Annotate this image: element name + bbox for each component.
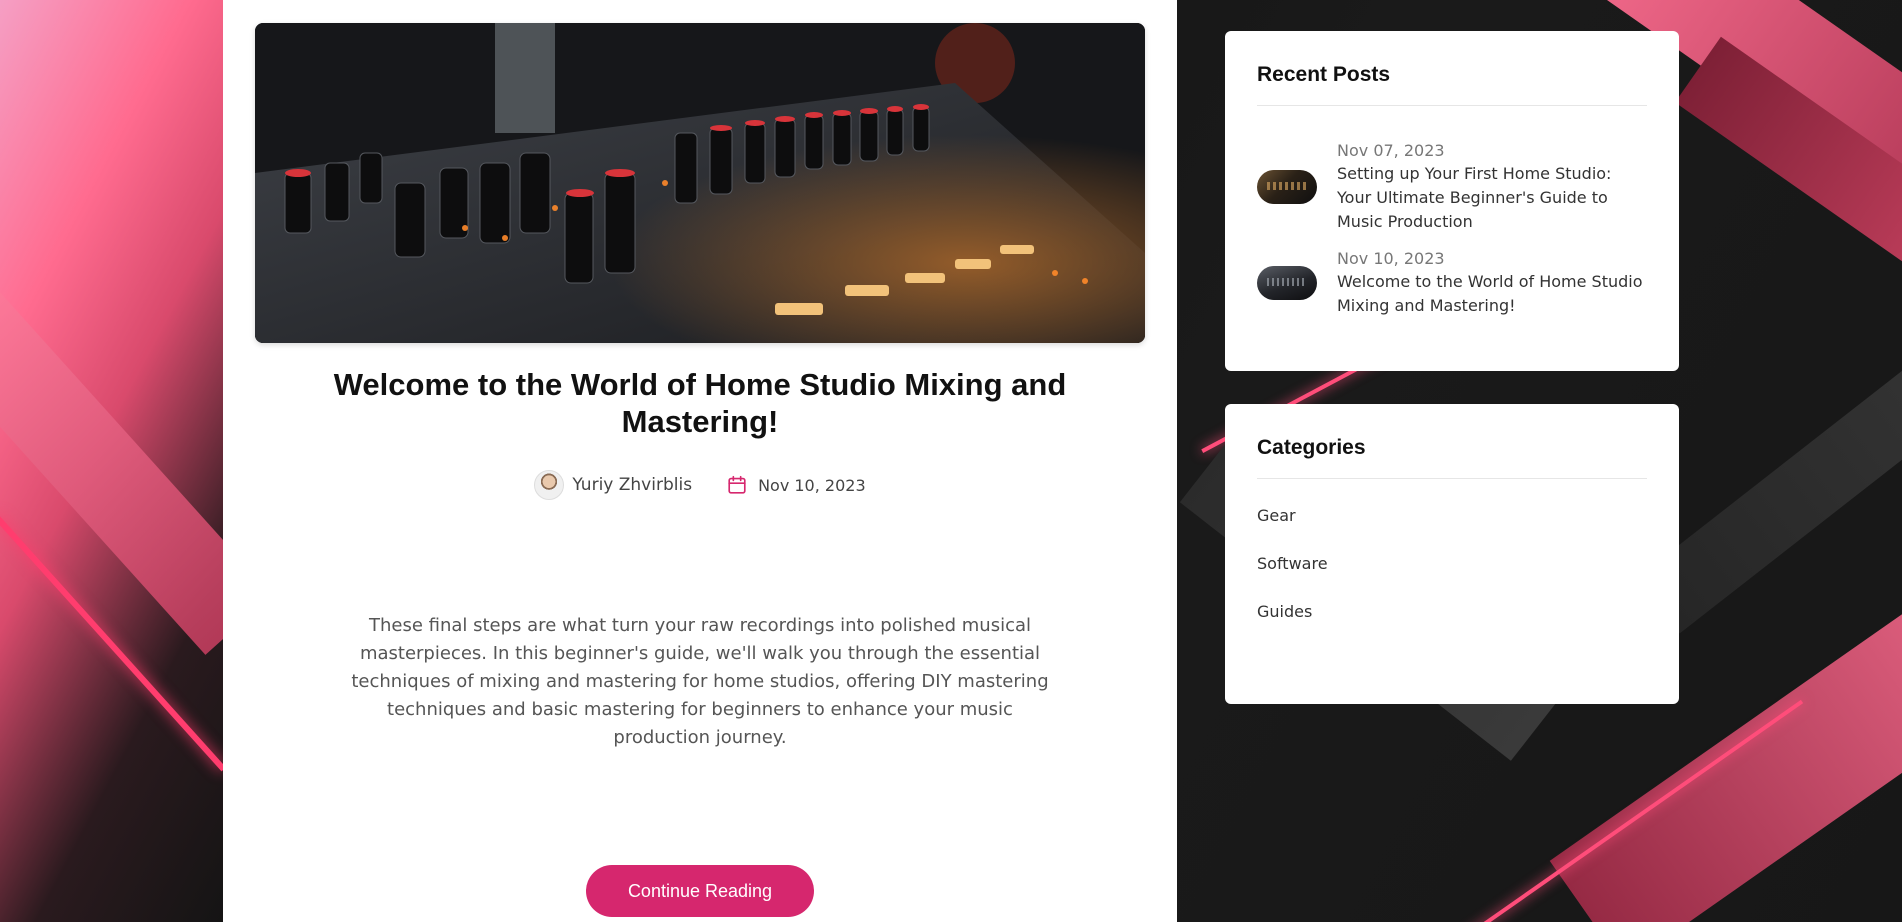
recent-posts-widget: Recent Posts Nov 07, 2023 Setting up You… — [1225, 31, 1679, 371]
categories-heading: Categories — [1257, 436, 1647, 479]
categories-list: Gear Software Guides — [1257, 505, 1647, 649]
recent-post-date: Nov 10, 2023 — [1337, 249, 1445, 268]
recent-post-thumbnail[interactable] — [1257, 170, 1317, 204]
recent-posts-list: Nov 07, 2023 Setting up Your First Home … — [1257, 140, 1647, 318]
recent-post-text: Nov 10, 2023 Welcome to the World of Hom… — [1337, 248, 1647, 318]
author-name: Yuriy Zhvirblis — [572, 475, 693, 495]
recent-post-text: Nov 07, 2023 Setting up Your First Home … — [1337, 140, 1647, 234]
recent-post-link[interactable]: Setting up Your First Home Studio: Your … — [1337, 162, 1647, 234]
author-avatar — [534, 470, 565, 500]
post-card: Welcome to the World of Home Studio Mixi… — [223, 0, 1177, 922]
continue-reading-button[interactable]: Continue Reading — [586, 865, 814, 917]
post-author[interactable]: Yuriy Zhvirblis — [534, 470, 692, 500]
recent-posts-heading: Recent Posts — [1257, 63, 1647, 106]
recent-post-item[interactable]: Nov 10, 2023 Welcome to the World of Hom… — [1257, 248, 1647, 318]
post-title[interactable]: Welcome to the World of Home Studio Mixi… — [283, 366, 1117, 440]
calendar-icon — [726, 474, 748, 496]
post-excerpt: These final steps are what turn your raw… — [351, 615, 1049, 748]
post-meta: Yuriy Zhvirblis Nov 10, 2023 — [223, 470, 1177, 500]
category-link-software[interactable]: Software — [1257, 553, 1647, 601]
post-date: Nov 10, 2023 — [726, 474, 866, 496]
recent-post-thumbnail[interactable] — [1257, 266, 1317, 300]
category-link-guides[interactable]: Guides — [1257, 601, 1647, 649]
recent-post-item[interactable]: Nov 07, 2023 Setting up Your First Home … — [1257, 140, 1647, 234]
category-link-gear[interactable]: Gear — [1257, 505, 1647, 553]
post-date-text: Nov 10, 2023 — [758, 475, 866, 495]
recent-post-date: Nov 07, 2023 — [1337, 141, 1445, 160]
categories-widget: Categories Gear Software Guides — [1225, 404, 1679, 704]
recent-post-link[interactable]: Welcome to the World of Home Studio Mixi… — [1337, 270, 1647, 318]
post-featured-image[interactable] — [255, 23, 1145, 343]
